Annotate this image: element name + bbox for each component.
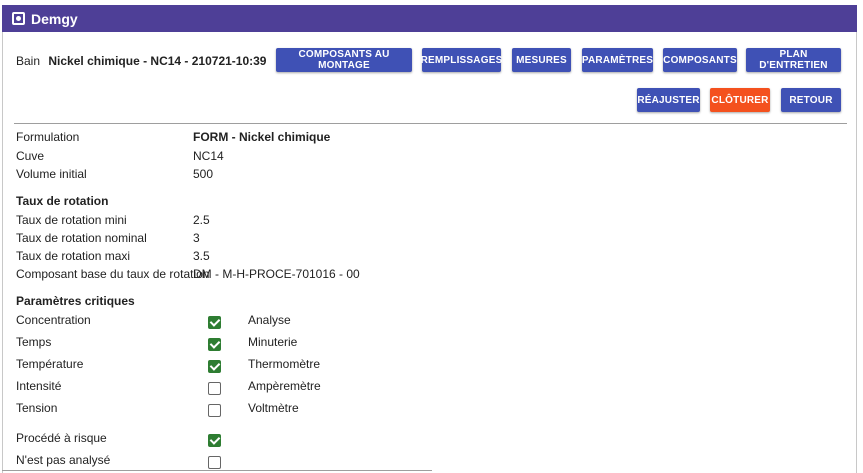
critical-tension-label: Tension: [16, 401, 58, 415]
mesures-button[interactable]: MESURES: [512, 48, 571, 72]
frame-border-left: [2, 32, 3, 473]
volume-label: Volume initial: [16, 167, 87, 181]
tension-tool: Voltmètre: [248, 401, 299, 415]
remplissages-button[interactable]: REMPLISSAGES: [421, 48, 502, 72]
bottom-divider: [2, 470, 432, 471]
cuve-value: NC14: [193, 149, 224, 163]
tension-checkbox[interactable]: [208, 404, 221, 417]
rotation-mini-label: Taux de rotation mini: [16, 213, 127, 227]
formulation-value: FORM - Nickel chimique: [193, 130, 331, 144]
rotation-maxi-value: 3.5: [193, 249, 210, 263]
bain-value: Nickel chimique - NC14 - 210721-10:39: [48, 54, 267, 68]
composants-montage-button[interactable]: COMPOSANTS AU MONTAGE: [276, 48, 412, 72]
non-analyse-label: N'est pas analysé: [16, 453, 111, 467]
volume-value: 500: [193, 167, 214, 181]
critical-concentration-label: Concentration: [16, 313, 91, 327]
rotation-mini-value: 2.5: [193, 213, 210, 227]
header-divider: [14, 123, 847, 124]
rotation-maxi-label: Taux de rotation maxi: [16, 249, 131, 263]
non-analyse-checkbox[interactable]: [208, 456, 221, 469]
app-logo-icon: [12, 12, 25, 25]
retour-button[interactable]: RETOUR: [781, 88, 841, 112]
rotation-section-title: Taux de rotation: [16, 194, 109, 208]
reajuster-button[interactable]: RÉAJUSTER: [637, 88, 700, 112]
rotation-base-value: DM - M-H-PROCE-701016 - 00: [193, 267, 360, 281]
critical-temperature-label: Température: [16, 357, 84, 371]
temperature-checkbox[interactable]: [208, 360, 221, 373]
app-bar: Demgy: [2, 5, 857, 32]
intensite-checkbox[interactable]: [208, 382, 221, 395]
parametres-button[interactable]: PARAMÈTRES: [582, 48, 653, 72]
critical-intensite-label: Intensité: [16, 379, 62, 393]
intensite-tool: Ampèremètre: [248, 379, 321, 393]
procede-risque-checkbox[interactable]: [208, 434, 221, 447]
formulation-label: Formulation: [16, 130, 80, 144]
bain-label: Bain: [16, 54, 41, 68]
frame-border-right: [856, 32, 857, 473]
temps-tool: Minuterie: [248, 335, 298, 349]
cuve-label: Cuve: [16, 149, 45, 163]
bain-header: Bain Nickel chimique - NC14 - 210721-10:…: [16, 54, 266, 68]
concentration-tool: Analyse: [248, 313, 291, 327]
concentration-checkbox[interactable]: [208, 316, 221, 329]
temperature-tool: Thermomètre: [248, 357, 321, 371]
procede-risque-label: Procédé à risque: [16, 431, 107, 445]
cloturer-button[interactable]: CLÔTURER: [710, 88, 770, 112]
temps-checkbox[interactable]: [208, 338, 221, 351]
critical-section-title: Paramètres critiques: [16, 294, 135, 308]
rotation-nominal-label: Taux de rotation nominal: [16, 231, 147, 245]
app-title: Demgy: [31, 10, 78, 27]
rotation-base-label: Composant base du taux de rotation: [16, 267, 210, 281]
rotation-nominal-value: 3: [193, 231, 200, 245]
composants-button[interactable]: COMPOSANTS: [663, 48, 737, 72]
critical-temps-label: Temps: [16, 335, 52, 349]
plan-entretien-button[interactable]: PLAN D'ENTRETIEN: [746, 48, 841, 72]
